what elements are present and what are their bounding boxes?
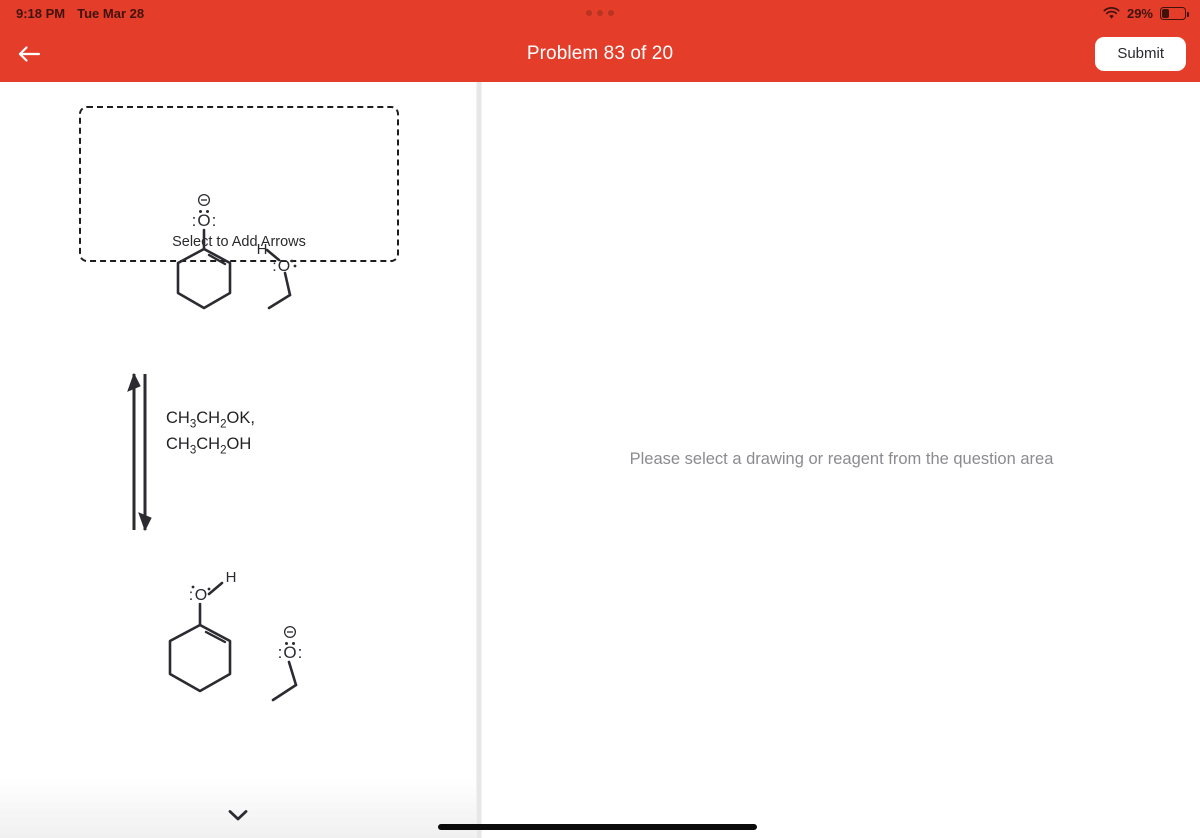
reactant-cyclohexenolate	[176, 228, 232, 310]
battery-icon	[1160, 6, 1189, 20]
app-root: 9:18 PM Tue Mar 28 29% Problem 83 of 20 …	[0, 0, 1200, 838]
svg-text::: :	[189, 587, 193, 604]
svg-text::: :	[212, 211, 217, 230]
multitask-indicator	[0, 0, 1200, 26]
collapse-question-button[interactable]	[218, 800, 258, 830]
svg-text::: :	[192, 211, 197, 230]
status-bar-right: 29%	[1103, 0, 1189, 26]
status-date: Tue Mar 28	[77, 5, 145, 21]
enolate-oxygen-label: O : :	[192, 193, 217, 230]
cyclohexenol-atom-labels: O : H	[189, 569, 237, 604]
svg-text:H: H	[257, 241, 268, 258]
svg-text:O: O	[195, 587, 207, 604]
svg-text::: :	[298, 643, 303, 662]
svg-text::: :	[278, 643, 283, 662]
status-bar: 9:18 PM Tue Mar 28 29%	[0, 0, 1200, 26]
more-dots-icon	[586, 10, 614, 16]
svg-text:O: O	[283, 643, 296, 662]
battery-percent-label: 29%	[1126, 5, 1153, 21]
svg-text:O: O	[278, 258, 290, 275]
structures-canvas: O : : H O : O: H O::	[127, 193, 303, 702]
content-area: Select to Add Arrows O : : H O: O: H O…	[0, 82, 1200, 838]
product-ethoxide	[271, 660, 298, 702]
reagent-line-2: CH3CH2OH	[166, 434, 252, 457]
home-indicator	[438, 824, 757, 830]
page-title: Problem 83 of 20	[526, 43, 674, 64]
ethanol-atom-labels: H O :	[257, 241, 297, 275]
wifi-icon	[1103, 6, 1120, 20]
svg-text:H: H	[226, 569, 237, 586]
svg-text::: :	[272, 258, 276, 275]
answer-panel[interactable]: Please select a drawing or reagent from …	[483, 82, 1200, 838]
svg-text:O: O	[197, 211, 210, 230]
chevron-down-icon	[228, 810, 248, 821]
reagent-conditions[interactable]: CH3CH2OK, CH3CH2OH	[166, 407, 255, 459]
equilibrium-arrow	[127, 372, 152, 532]
status-bar-left: 9:18 PM Tue Mar 28	[0, 6, 144, 21]
panel-splitter[interactable]	[476, 82, 482, 838]
nav-bar: Problem 83 of 20 Submit	[0, 26, 1200, 82]
reagent-line-1: CH3CH2OK,	[166, 409, 255, 431]
submit-button[interactable]: Submit	[1095, 37, 1186, 71]
question-panel: Select to Add Arrows O : : H O: O: H O…	[0, 82, 476, 838]
answer-empty-message: Please select a drawing or reagent from …	[629, 450, 1054, 468]
ethoxide-oxygen-label: O : :	[278, 625, 303, 662]
status-time: 9:18 PM	[16, 5, 66, 21]
